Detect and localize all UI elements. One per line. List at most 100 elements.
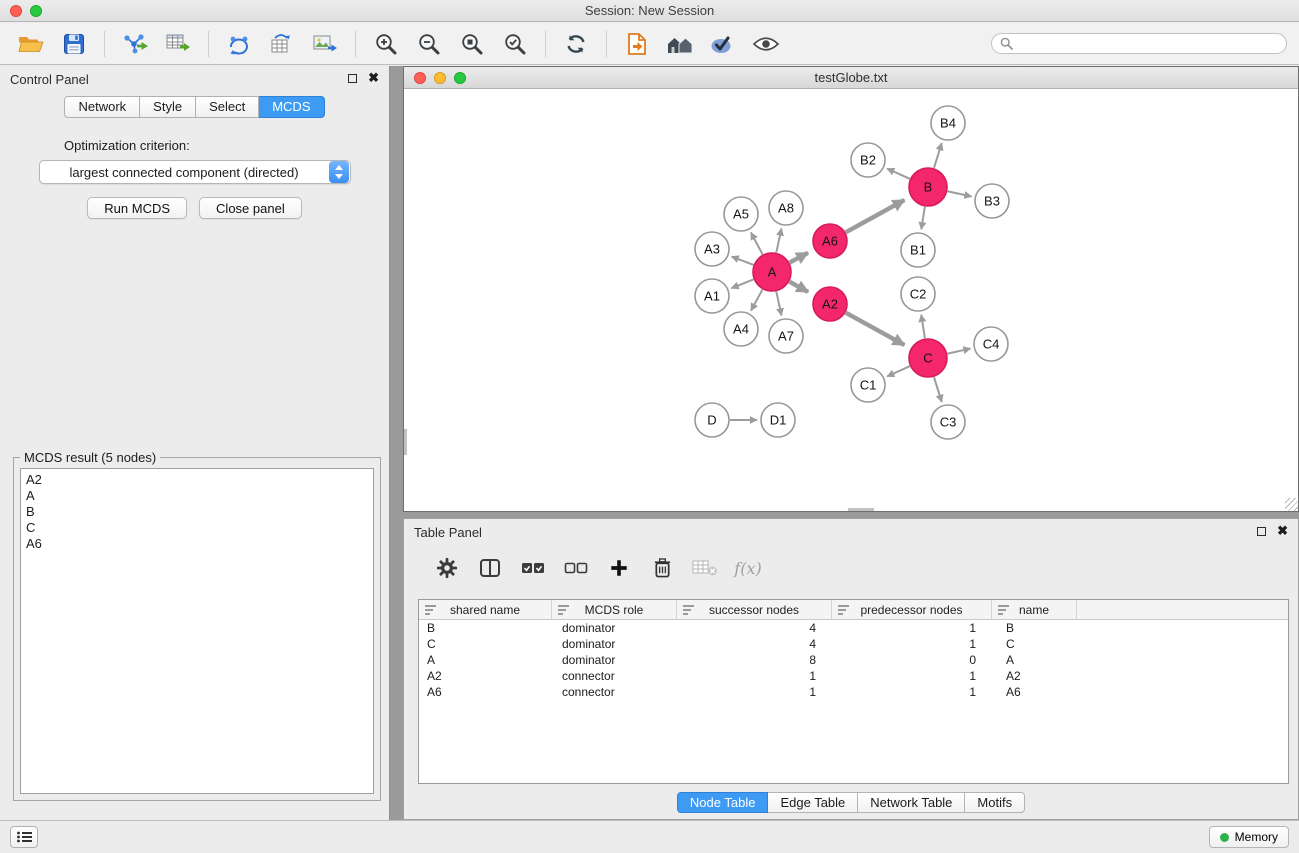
graph-edge-B-B2[interactable]	[887, 169, 910, 179]
column-header-predecessor-nodes[interactable]: predecessor nodes	[832, 600, 992, 619]
column-header-shared-name[interactable]: shared name	[419, 600, 552, 619]
graph-edge-C-C3[interactable]	[934, 377, 942, 402]
network-minimize-button[interactable]	[434, 72, 446, 84]
graph-node-C2[interactable]: C2	[901, 277, 935, 311]
export-image-button[interactable]	[306, 27, 344, 61]
function-builder-button[interactable]: f(x)	[735, 554, 761, 582]
table-row[interactable]: A6connector11A6	[419, 684, 1288, 700]
graph-node-D[interactable]: D	[695, 403, 729, 437]
graph-node-A5[interactable]: A5	[724, 197, 758, 231]
mcds-result-item[interactable]: A2	[26, 472, 368, 488]
run-mcds-button[interactable]: Run MCDS	[87, 197, 187, 219]
mcds-result-item[interactable]: B	[26, 504, 368, 520]
network-graph[interactable]: B4B2BB3A5A8A6B1A3AA1C2A2A4A7C4CC1DD1C3	[404, 89, 1298, 511]
mcds-result-item[interactable]: C	[26, 520, 368, 536]
zoom-in-button[interactable]	[367, 27, 405, 61]
horizontal-scroll-indicator[interactable]	[848, 508, 874, 511]
close-panel-button[interactable]: Close panel	[199, 197, 302, 219]
graph-node-A7[interactable]: A7	[769, 319, 803, 353]
new-network-button[interactable]	[220, 27, 258, 61]
graph-edge-A-A3[interactable]	[732, 257, 754, 265]
close-table-panel-icon[interactable]: ✖	[1277, 526, 1288, 536]
apply-preferred-layout-button[interactable]	[704, 27, 742, 61]
network-maximize-button[interactable]	[454, 72, 466, 84]
select-all-button[interactable]	[520, 554, 546, 582]
table-row[interactable]: Bdominator41B	[419, 620, 1288, 636]
network-window-titlebar[interactable]: testGlobe.txt	[404, 67, 1298, 89]
zoom-selected-button[interactable]	[496, 27, 534, 61]
graph-edge-A-A2[interactable]	[790, 282, 809, 292]
unselect-all-button[interactable]	[563, 554, 589, 582]
graph-edge-A-A7[interactable]	[776, 292, 781, 316]
table-row[interactable]: A2connector11A2	[419, 668, 1288, 684]
float-panel-icon[interactable]	[348, 74, 357, 83]
refresh-view-button[interactable]	[557, 27, 595, 61]
graph-node-B2[interactable]: B2	[851, 143, 885, 177]
graph-node-A8[interactable]: A8	[769, 191, 803, 225]
network-close-button[interactable]	[414, 72, 426, 84]
table-row[interactable]: Cdominator41C	[419, 636, 1288, 652]
search-box[interactable]	[991, 33, 1287, 54]
save-session-button[interactable]	[55, 27, 93, 61]
memory-button[interactable]: Memory	[1209, 826, 1289, 848]
resize-handle[interactable]	[1285, 498, 1298, 511]
graph-edge-B-B4[interactable]	[934, 143, 942, 168]
home-button[interactable]	[661, 27, 699, 61]
graph-edge-C-C2[interactable]	[921, 315, 925, 338]
graph-edge-C-C1[interactable]	[887, 366, 910, 376]
graph-edge-A-A5[interactable]	[751, 233, 763, 255]
graph-node-B[interactable]: B	[909, 168, 947, 206]
graph-node-C1[interactable]: C1	[851, 368, 885, 402]
graph-edge-A-A4[interactable]	[751, 290, 762, 311]
table-row[interactable]: Adominator80A	[419, 652, 1288, 668]
graph-edge-A-A1[interactable]	[731, 279, 753, 288]
tab-edge-table[interactable]: Edge Table	[768, 792, 858, 813]
close-window-button[interactable]	[10, 5, 22, 17]
column-header-name[interactable]: name	[992, 600, 1077, 619]
graph-edge-B-B1[interactable]	[921, 207, 925, 230]
graph-node-C[interactable]: C	[909, 339, 947, 377]
graph-edge-B-B3[interactable]	[948, 191, 972, 196]
graph-node-C4[interactable]: C4	[974, 327, 1008, 361]
column-header-successor-nodes[interactable]: successor nodes	[677, 600, 832, 619]
delete-table-button[interactable]	[692, 554, 718, 582]
tab-style[interactable]: Style	[140, 96, 196, 118]
graph-node-B3[interactable]: B3	[975, 184, 1009, 218]
graph-node-B4[interactable]: B4	[931, 106, 965, 140]
graph-node-A1[interactable]: A1	[695, 279, 729, 313]
show-hide-graphics-button[interactable]	[747, 27, 785, 61]
show-columns-button[interactable]	[477, 554, 503, 582]
float-table-panel-icon[interactable]	[1257, 527, 1266, 536]
tab-node-table[interactable]: Node Table	[677, 792, 769, 813]
graph-node-A4[interactable]: A4	[724, 312, 758, 346]
criterion-dropdown[interactable]: largest connected component (directed)	[39, 160, 351, 184]
close-panel-icon[interactable]: ✖	[368, 73, 379, 83]
tab-network[interactable]: Network	[64, 96, 140, 118]
add-column-button[interactable]	[606, 554, 632, 582]
graph-node-D1[interactable]: D1	[761, 403, 795, 437]
column-header-MCDS-role[interactable]: MCDS role	[552, 600, 677, 619]
delete-column-button[interactable]	[649, 554, 675, 582]
graph-node-B1[interactable]: B1	[901, 233, 935, 267]
tab-network-table[interactable]: Network Table	[858, 792, 965, 813]
zoom-fit-button[interactable]	[453, 27, 491, 61]
network-canvas[interactable]: B4B2BB3A5A8A6B1A3AA1C2A2A4A7C4CC1DD1C3	[404, 89, 1298, 511]
graph-node-A2[interactable]: A2	[813, 287, 847, 321]
vertical-scroll-indicator[interactable]	[404, 429, 407, 455]
import-network-button[interactable]	[116, 27, 154, 61]
fullscreen-window-button[interactable]	[30, 5, 42, 17]
tab-mcds[interactable]: MCDS	[259, 96, 324, 118]
search-input[interactable]	[1019, 37, 1278, 51]
graph-edge-A-A8[interactable]	[776, 229, 781, 253]
graph-node-A[interactable]: A	[753, 253, 791, 291]
show-panels-button[interactable]	[10, 826, 38, 848]
graph-edge-C-C4[interactable]	[948, 349, 971, 354]
import-table-button[interactable]	[159, 27, 197, 61]
graph-node-C3[interactable]: C3	[931, 405, 965, 439]
mcds-result-item[interactable]: A	[26, 488, 368, 504]
mcds-result-list[interactable]: A2ABCA6	[20, 468, 374, 794]
mcds-result-item[interactable]: A6	[26, 536, 368, 552]
tab-select[interactable]: Select	[196, 96, 259, 118]
table-options-button[interactable]	[434, 554, 460, 582]
tab-motifs[interactable]: Motifs	[965, 792, 1025, 813]
